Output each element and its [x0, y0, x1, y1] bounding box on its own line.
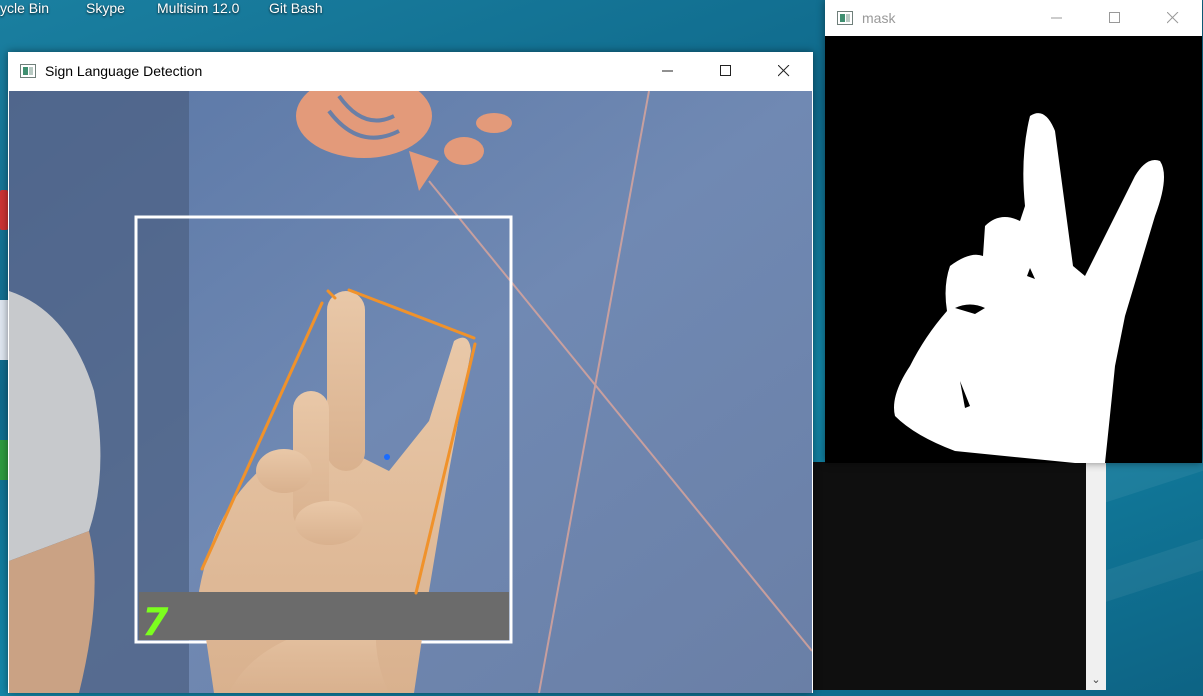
- close-icon: [1167, 12, 1179, 24]
- title-bar[interactable]: Sign Language Detection: [8, 52, 813, 90]
- minimize-button[interactable]: [639, 52, 697, 90]
- window-title: Sign Language Detection: [45, 63, 203, 79]
- minimize-icon: [662, 70, 673, 72]
- prediction-label: 7: [142, 600, 169, 644]
- minimize-button[interactable]: [1028, 0, 1086, 36]
- maximize-icon: [720, 65, 731, 76]
- camera-feed: [9, 91, 812, 693]
- defect-point: [384, 454, 390, 460]
- minimize-icon: [1051, 17, 1062, 19]
- mask-window-title: mask: [862, 10, 896, 26]
- app-icon: [837, 11, 853, 25]
- close-icon: [778, 65, 790, 77]
- mask-title-bar[interactable]: mask: [825, 0, 1202, 36]
- chevron-down-icon[interactable]: ⌄: [1090, 674, 1102, 686]
- label-bar: [139, 592, 509, 640]
- app-icon: [20, 64, 36, 78]
- desktop-icon-skype-label[interactable]: Skype: [86, 0, 125, 16]
- desktop-icon-recycle-bin-label[interactable]: ycle Bin: [0, 0, 49, 16]
- maximize-button[interactable]: [1086, 0, 1144, 36]
- desktop-icon-multisim-label[interactable]: Multisim 12.0: [157, 0, 239, 16]
- close-button[interactable]: [755, 52, 813, 90]
- mask-window-backdrop: [812, 462, 1086, 690]
- maximize-icon: [1109, 12, 1120, 23]
- mask-image: [825, 36, 1202, 463]
- desktop-icon-git-bash-label[interactable]: Git Bash: [269, 0, 323, 16]
- maximize-button[interactable]: [697, 52, 755, 90]
- mask-window: mask: [825, 0, 1202, 463]
- close-button[interactable]: [1144, 0, 1202, 36]
- sign-language-window: Sign Language Detection 7: [8, 52, 813, 693]
- mask-window-scrollbar[interactable]: ⌄: [1086, 462, 1106, 690]
- desktop-icon-fragment[interactable]: [0, 440, 8, 480]
- desktop-icon-fragment[interactable]: [0, 190, 8, 230]
- desktop-icon-fragment[interactable]: [0, 300, 8, 360]
